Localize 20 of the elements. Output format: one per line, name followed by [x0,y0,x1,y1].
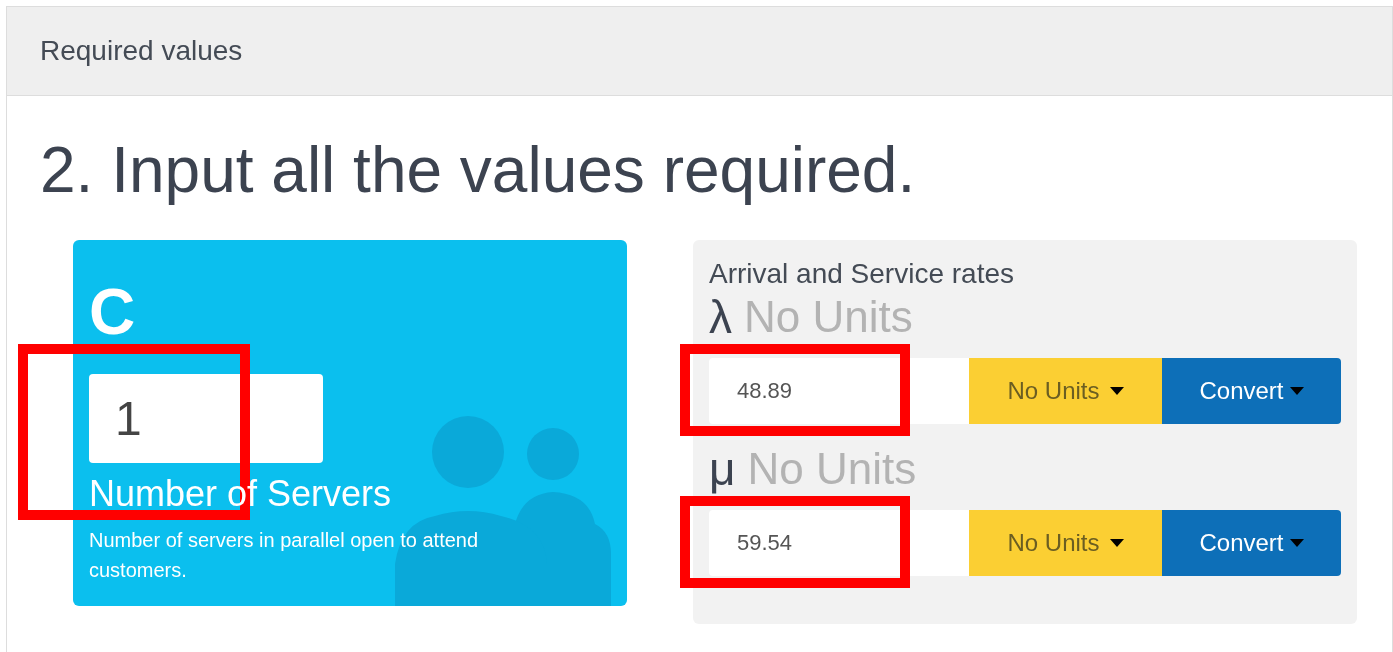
units-dropdown-button[interactable]: No Units [969,510,1162,576]
caret-icon [1289,539,1304,547]
header-title: Required values [40,34,243,68]
convert-dropdown-button[interactable]: Convert [1161,510,1341,576]
section-heading: 2. Input all the values required. [40,133,917,208]
caret-icon [1109,539,1124,547]
caret-icon [1109,387,1124,395]
rate-units-heading: No Units [747,444,917,494]
rate-symbol: λ [709,292,732,342]
servers-input[interactable]: 1 [89,374,323,463]
rates-title: Arrival and Service rates [709,257,1015,291]
rate-units-heading: No Units [744,292,913,342]
rate-symbol: μ [709,444,736,494]
rate-input[interactable]: 59.54 [709,510,969,576]
caret-icon [1289,387,1304,395]
convert-dropdown-button[interactable]: Convert [1161,358,1341,424]
servers-description: Number of servers in parallel open to attend customers. [89,528,480,583]
server-symbol: C [89,280,137,344]
rate-input[interactable]: 48.89 [709,358,969,424]
units-dropdown-button[interactable]: No Units [969,358,1162,424]
